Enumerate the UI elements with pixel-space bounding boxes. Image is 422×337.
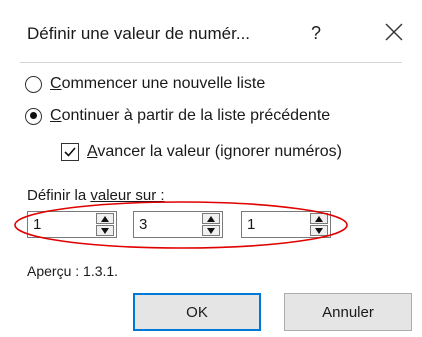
triangle-down-icon bbox=[207, 228, 215, 234]
spin-down-button[interactable] bbox=[96, 225, 114, 236]
radio-new-list-label: Commencer une nouvelle liste bbox=[50, 75, 266, 92]
radio-button[interactable] bbox=[25, 75, 42, 93]
level-1-spinner[interactable]: 1 bbox=[27, 211, 117, 238]
checkbox-advance-label: Avancer la valeur (ignorer numéros) bbox=[87, 143, 342, 160]
spin-down-button[interactable] bbox=[202, 225, 220, 236]
triangle-up-icon bbox=[315, 216, 323, 222]
checkbox[interactable] bbox=[61, 143, 79, 161]
set-value-label: Définir la valeur sur : bbox=[27, 187, 165, 204]
spinner-arrows bbox=[202, 213, 220, 236]
dialog-title: Définir une valeur de numér... bbox=[27, 24, 251, 43]
radio-new-list[interactable]: Commencer une nouvelle liste bbox=[25, 72, 265, 96]
radio-continue-list-label: Continuer à partir de la liste précédent… bbox=[50, 107, 331, 124]
triangle-down-icon bbox=[101, 228, 109, 234]
level-2-value[interactable]: 3 bbox=[139, 216, 147, 233]
triangle-up-icon bbox=[207, 216, 215, 222]
checkmark-icon bbox=[64, 147, 76, 157]
preview-text: Aperçu : 1.3.1. bbox=[27, 263, 119, 279]
spin-up-button[interactable] bbox=[96, 213, 114, 224]
title-divider bbox=[20, 62, 402, 63]
spin-up-button[interactable] bbox=[310, 213, 328, 224]
close-icon bbox=[385, 23, 403, 41]
radio-button-selected[interactable] bbox=[25, 107, 42, 125]
radio-continue-list[interactable]: Continuer à partir de la liste précédent… bbox=[25, 104, 330, 128]
cancel-button[interactable]: Annuler bbox=[284, 293, 412, 331]
triangle-down-icon bbox=[315, 228, 323, 234]
spin-down-button[interactable] bbox=[310, 225, 328, 236]
spinner-arrows bbox=[310, 213, 328, 236]
ok-button[interactable]: OK bbox=[133, 293, 261, 331]
checkbox-advance-value[interactable]: Avancer la valeur (ignorer numéros) bbox=[61, 140, 342, 164]
level-3-value[interactable]: 1 bbox=[247, 216, 255, 233]
level-2-spinner[interactable]: 3 bbox=[133, 211, 223, 238]
level-3-spinner[interactable]: 1 bbox=[241, 211, 331, 238]
level-1-value[interactable]: 1 bbox=[33, 216, 41, 233]
title-bar: Définir une valeur de numér... ? bbox=[0, 0, 422, 62]
spin-up-button[interactable] bbox=[202, 213, 220, 224]
help-button[interactable]: ? bbox=[304, 20, 328, 46]
spinner-arrows bbox=[96, 213, 114, 236]
triangle-up-icon bbox=[101, 216, 109, 222]
close-button[interactable] bbox=[381, 18, 407, 46]
